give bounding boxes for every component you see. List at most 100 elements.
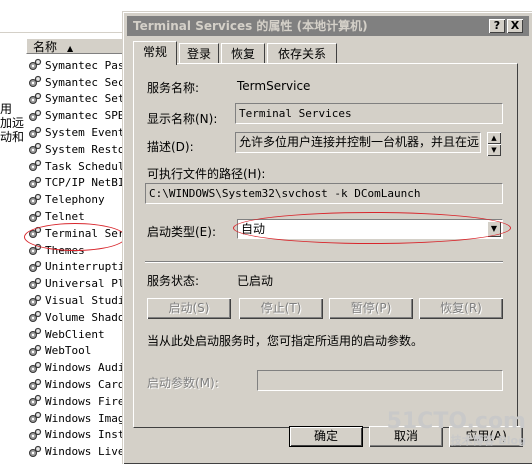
ok-button[interactable]: 确定 (289, 426, 363, 447)
service-gear-icon (28, 193, 42, 207)
service-name: Telnet (45, 210, 85, 224)
service-gear-icon (28, 75, 42, 89)
properties-dialog: Terminal Services 的属性 (本地计算机) ? X 常规 登录 … (122, 11, 532, 464)
service-name: Symantec Password (45, 58, 128, 72)
service-row[interactable]: Windows Firewall (28, 393, 128, 410)
service-row[interactable]: Symantec Security (28, 74, 128, 91)
annotation-circle-terminal-services (24, 223, 126, 251)
service-status-value: 已启动 (237, 274, 274, 288)
service-row[interactable]: Windows Audio (28, 359, 128, 376)
service-gear-icon (28, 58, 42, 72)
console-toolbar-area (0, 0, 128, 33)
description-label: 描述(D): (147, 140, 194, 154)
service-name: Task Scheduler (45, 159, 128, 173)
service-name: Symantec Security (45, 75, 128, 89)
service-row[interactable]: Universal Plug (28, 275, 128, 292)
service-gear-icon (28, 142, 42, 156)
service-gear-icon (28, 327, 42, 341)
service-row[interactable]: Symantec SPBBC (28, 107, 128, 124)
divider (145, 261, 503, 263)
service-name: WebClient (45, 327, 105, 341)
service-row[interactable]: Windows CardSpace (28, 376, 128, 393)
service-gear-icon (28, 294, 42, 308)
service-row[interactable]: WebClient (28, 326, 128, 343)
cancel-button[interactable]: 取消 (369, 426, 443, 447)
apply-button[interactable]: 应用(A) (449, 426, 523, 447)
startup-type-label: 启动类型(E): (147, 225, 216, 239)
service-name: Volume Shadow (45, 310, 128, 324)
service-gear-icon (28, 210, 42, 224)
service-name: TCP/IP NetBIOS (45, 176, 128, 190)
start-params-label: 启动参数(M): (147, 376, 219, 390)
service-row[interactable]: WebTool (28, 343, 128, 360)
tab-general[interactable]: 常规 (133, 41, 177, 65)
service-row[interactable]: Uninterruptible (28, 259, 128, 276)
exe-path-field: C:\WINDOWS\System32\svchost -k DComLaunc… (145, 183, 503, 204)
service-gear-icon (28, 176, 42, 190)
service-gear-icon (28, 361, 42, 375)
services-console-background: 名称▲ 用 加远 动和 Symantec Password Symantec Se… (0, 0, 128, 460)
description-fragment: 动和 (0, 130, 25, 144)
service-name: Windows Live (45, 445, 125, 459)
start-params-field[interactable] (257, 370, 503, 391)
service-gear-icon (28, 92, 42, 106)
service-row[interactable]: Windows Installer (28, 427, 128, 444)
service-row[interactable]: System Event (28, 124, 128, 141)
service-name-value: TermService (237, 79, 311, 93)
close-button[interactable]: X (507, 19, 523, 33)
annotation-circle-startup-type (233, 212, 511, 244)
service-name: Windows Audio (45, 361, 128, 375)
dialog-titlebar[interactable]: Terminal Services 的属性 (本地计算机) ? X (127, 16, 529, 36)
service-name: Visual Studio (45, 294, 128, 308)
exe-path-label: 可执行文件的路径(H): (147, 167, 266, 181)
service-gear-icon (28, 344, 42, 358)
scroll-up-arrow-icon[interactable]: ▲ (487, 132, 501, 144)
service-name: Telephony (45, 193, 105, 207)
service-row[interactable]: Visual Studio (28, 292, 128, 309)
service-gear-icon (28, 159, 42, 173)
service-row[interactable]: Telephony (28, 191, 128, 208)
start-button[interactable]: 启动(S) (147, 298, 231, 319)
start-params-hint: 当从此处启动服务时，您可指定所适用的启动参数。 (147, 334, 424, 348)
sort-ascending-icon: ▲ (67, 44, 74, 53)
description-fragment: 用 (0, 102, 13, 116)
service-row[interactable]: Symantec Password (28, 57, 128, 74)
service-name: Windows Firewall (45, 394, 128, 408)
tab-logon[interactable]: 登录 (179, 43, 219, 63)
service-name: WebTool (45, 344, 92, 358)
description-scrollbar[interactable]: ▲ ▼ (487, 132, 501, 156)
scroll-down-arrow-icon[interactable]: ▼ (487, 144, 501, 156)
dialog-title: Terminal Services 的属性 (本地计算机) (133, 19, 368, 33)
description-field[interactable]: 允许多位用户连接并控制一台机器，并且在远 (235, 132, 481, 153)
service-gear-icon (28, 394, 42, 408)
help-button[interactable]: ? (489, 19, 505, 33)
service-row[interactable]: Task Scheduler (28, 158, 128, 175)
stop-button[interactable]: 停止(T) (239, 298, 323, 319)
display-name-field[interactable]: Terminal Services (235, 103, 503, 124)
service-name: Windows Image (45, 411, 128, 425)
service-row[interactable]: Windows Live (28, 443, 128, 460)
tab-dependencies[interactable]: 依存关系 (267, 43, 337, 63)
service-row[interactable]: System Restore (28, 141, 128, 158)
column-header-name[interactable]: 名称 ▲ (26, 38, 128, 54)
service-name: Universal Plug (45, 277, 128, 291)
service-name: Symantec SPBBC (45, 109, 128, 123)
resume-button[interactable]: 恢复(R) (419, 298, 503, 319)
description-fragment: 加远 (0, 116, 25, 130)
service-gear-icon (28, 277, 42, 291)
pause-button[interactable]: 暂停(P) (329, 298, 413, 319)
display-name-label: 显示名称(N): (147, 112, 218, 126)
service-status-label: 服务状态: (147, 274, 200, 288)
services-list: Symantec Password Symantec Security Symant… (28, 57, 128, 460)
service-name: Windows Installer (45, 428, 128, 442)
service-name: Uninterruptible (45, 260, 128, 274)
service-row[interactable]: Volume Shadow (28, 309, 128, 326)
service-row[interactable]: Windows Image (28, 410, 128, 427)
tab-recovery[interactable]: 恢复 (221, 43, 265, 63)
service-name: Windows CardSpace (45, 378, 128, 392)
service-row[interactable]: Symantec Settings (28, 91, 128, 108)
service-gear-icon (28, 260, 42, 274)
service-name: Symantec Settings (45, 92, 128, 106)
service-gear-icon (28, 411, 42, 425)
service-row[interactable]: TCP/IP NetBIOS (28, 175, 128, 192)
